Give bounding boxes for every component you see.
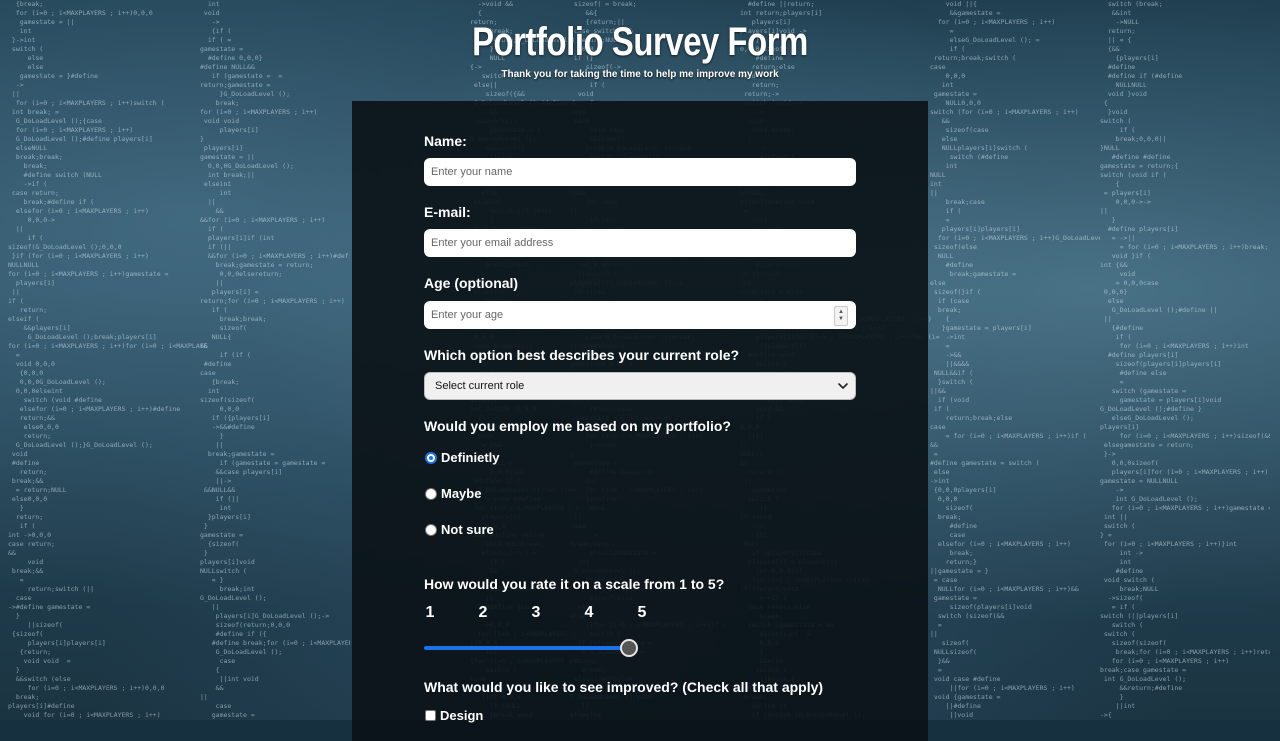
rating-slider[interactable] — [424, 639, 640, 657]
scale-number: 1 — [425, 604, 435, 621]
checkbox[interactable] — [425, 710, 436, 721]
slider-thumb[interactable] — [620, 639, 638, 657]
survey-form: Name: E-mail: Age (optional) ▲▼ Which op… — [352, 101, 928, 741]
chevron-down-icon — [838, 383, 848, 389]
spinner-arrows-icon[interactable]: ▲ ▼ — [834, 306, 848, 326]
page-description: Thank you for taking the time to help me… — [501, 69, 779, 80]
employ-option-not-sure[interactable]: Not sure — [424, 522, 494, 537]
checkbox-label: Design — [440, 708, 484, 723]
improve-label: What would you like to see improved? (Ch… — [424, 679, 824, 695]
age-input[interactable] — [424, 301, 856, 329]
radio-label: Definietly — [441, 450, 500, 465]
background-code-column: {break; for (i=0 ; i<MAXPLAYERS ; i++)0,… — [8, 0, 208, 719]
background-code-column: void ||{ &&gamestate = for (i=0 ; i<MAXP… — [930, 0, 1100, 719]
name-label: Name: — [424, 133, 467, 149]
scale-number: 4 — [584, 604, 594, 621]
email-input[interactable] — [424, 229, 856, 257]
background-code-column: switch (break; &&int ->NULL return; || =… — [1100, 0, 1270, 719]
page-title: Portfolio Survey Form — [472, 20, 808, 64]
scale-number: 5 — [637, 604, 647, 621]
background-code-column: int void -> {if ( if ( = gamestate = #de… — [200, 0, 350, 719]
age-field: ▲▼ — [424, 301, 856, 329]
rating-label: How would you rate it on a scale from 1 … — [424, 576, 725, 592]
name-input[interactable] — [424, 158, 856, 186]
employ-label: Would you employ me based on my portfoli… — [424, 418, 731, 434]
email-label: E-mail: — [424, 204, 471, 220]
radio-button[interactable] — [425, 487, 437, 500]
radio-label: Not sure — [441, 522, 494, 537]
slider-track[interactable] — [424, 646, 630, 650]
radio-label: Maybe — [441, 486, 482, 501]
improve-option-design[interactable]: Design — [424, 708, 483, 723]
radio-button[interactable] — [425, 523, 437, 536]
radio-button-checked[interactable] — [425, 451, 437, 464]
age-label: Age (optional) — [424, 275, 519, 291]
role-label: Which option best describes your current… — [424, 347, 740, 363]
employ-option-maybe[interactable]: Maybe — [424, 486, 481, 501]
employ-option-definietly[interactable]: Definietly — [424, 450, 500, 465]
scale-number: 2 — [478, 604, 488, 621]
role-select[interactable]: Select current role — [424, 372, 856, 400]
role-select-value: Select current role — [435, 380, 525, 392]
scale-number: 3 — [531, 604, 541, 621]
